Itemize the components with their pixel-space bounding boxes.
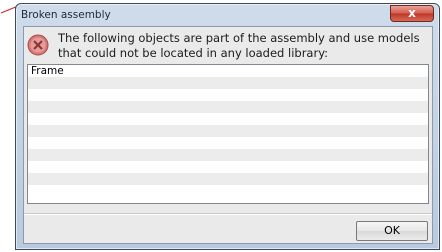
title-bar[interactable]: Broken assembly x [16, 4, 439, 26]
divider [24, 213, 432, 215]
dialog-body: The following objects are part of the as… [23, 26, 433, 244]
list-item[interactable]: Frame [28, 65, 428, 77]
broken-objects-list[interactable]: Frame [27, 64, 429, 204]
list-item[interactable] [28, 161, 428, 173]
list-item[interactable] [28, 89, 428, 101]
list-item[interactable] [28, 77, 428, 89]
list-item[interactable] [28, 173, 428, 185]
broken-assembly-dialog: Broken assembly x The following objects … [15, 3, 440, 250]
error-icon [27, 34, 49, 56]
ok-button[interactable]: OK [356, 221, 428, 241]
list-item[interactable] [28, 137, 428, 149]
list-item[interactable] [28, 125, 428, 137]
window-title: Broken assembly [21, 9, 111, 21]
list-item[interactable] [28, 101, 428, 113]
list-item[interactable] [28, 185, 428, 197]
close-button[interactable]: x [390, 5, 434, 22]
list-item[interactable] [28, 149, 428, 161]
close-icon: x [408, 6, 416, 20]
error-message: The following objects are part of the as… [58, 31, 420, 60]
list-item[interactable] [28, 113, 428, 125]
